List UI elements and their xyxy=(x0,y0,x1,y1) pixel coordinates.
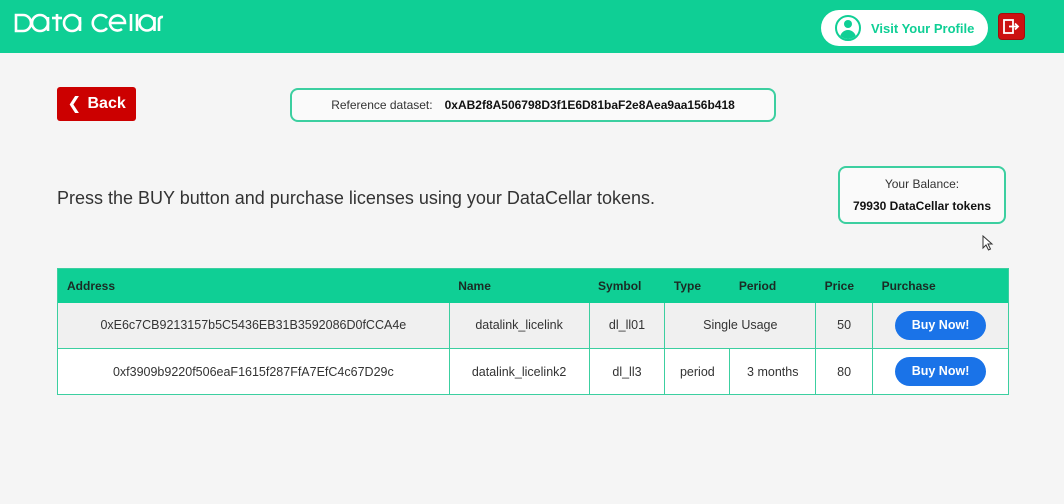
balance-label: Your Balance: xyxy=(884,177,960,191)
column-header-type: Type xyxy=(664,268,730,303)
column-header-purchase: Purchase xyxy=(872,268,1009,303)
app-logo xyxy=(14,11,164,41)
reference-dataset-address: 0xAB2f8A506798D3f1E6D81baF2e8Aea9aa156b4… xyxy=(444,98,735,112)
column-header-name: Name xyxy=(449,268,590,303)
purchase-cell: Buy Now! xyxy=(872,348,1009,395)
logout-button[interactable] xyxy=(998,13,1025,40)
column-header-symbol: Symbol xyxy=(589,268,665,303)
reference-dataset-label: Reference dataset: xyxy=(331,98,433,112)
visit-profile-label: Visit Your Profile xyxy=(871,20,975,36)
column-header-address: Address xyxy=(57,268,450,303)
chevron-left-icon: ❮ xyxy=(67,94,82,113)
table-row: 0xE6c7CB9213157b5C5436EB31B3592086D0fCCA… xyxy=(57,302,1009,349)
balance-box: Your Balance: 79930 DataCellar tokens xyxy=(838,166,1006,224)
balance-value: 79930 DataCellar tokens xyxy=(852,199,992,213)
back-button[interactable]: ❮ Back xyxy=(57,87,136,121)
license-symbol: dl_ll01 xyxy=(589,302,666,349)
table-header-row: Address Name Symbol Type Period Price Pu… xyxy=(57,268,1009,303)
license-type: period xyxy=(664,348,731,395)
purchase-instruction: Press the BUY button and purchase licens… xyxy=(57,188,655,208)
table-row: 0xf3909b9220f506eaF1615f287FfA7EfC4c67D2… xyxy=(57,348,1009,395)
license-period: 3 months xyxy=(729,348,817,395)
license-type: Single Usage xyxy=(664,302,817,349)
buy-now-button[interactable]: Buy Now! xyxy=(895,310,987,340)
buy-now-button[interactable]: Buy Now! xyxy=(895,357,987,386)
license-name: datalink_licelink xyxy=(449,302,590,349)
visit-profile-button[interactable]: Visit Your Profile xyxy=(821,10,988,46)
back-label: Back xyxy=(87,95,126,112)
license-address: 0xf3909b9220f506eaF1615f287FfA7EfC4c67D2… xyxy=(57,348,450,395)
data-cellar-logo xyxy=(14,13,164,33)
logout-icon xyxy=(1003,19,1020,34)
column-header-period: Period xyxy=(729,268,816,303)
column-header-price: Price xyxy=(815,268,873,303)
top-bar: Visit Your Profile xyxy=(0,0,1064,53)
license-price: 50 xyxy=(815,302,874,349)
user-avatar-icon xyxy=(835,15,861,41)
mouse-cursor-icon xyxy=(982,234,994,256)
license-symbol: dl_ll3 xyxy=(589,348,666,395)
license-price: 80 xyxy=(815,348,874,395)
reference-dataset-box: Reference dataset: 0xAB2f8A506798D3f1E6D… xyxy=(290,88,776,122)
license-address: 0xE6c7CB9213157b5C5436EB31B3592086D0fCCA… xyxy=(57,302,450,349)
license-name: datalink_licelink2 xyxy=(449,348,590,395)
licenses-table: Address Name Symbol Type Period Price Pu… xyxy=(57,268,1009,395)
purchase-cell: Buy Now! xyxy=(872,302,1009,349)
